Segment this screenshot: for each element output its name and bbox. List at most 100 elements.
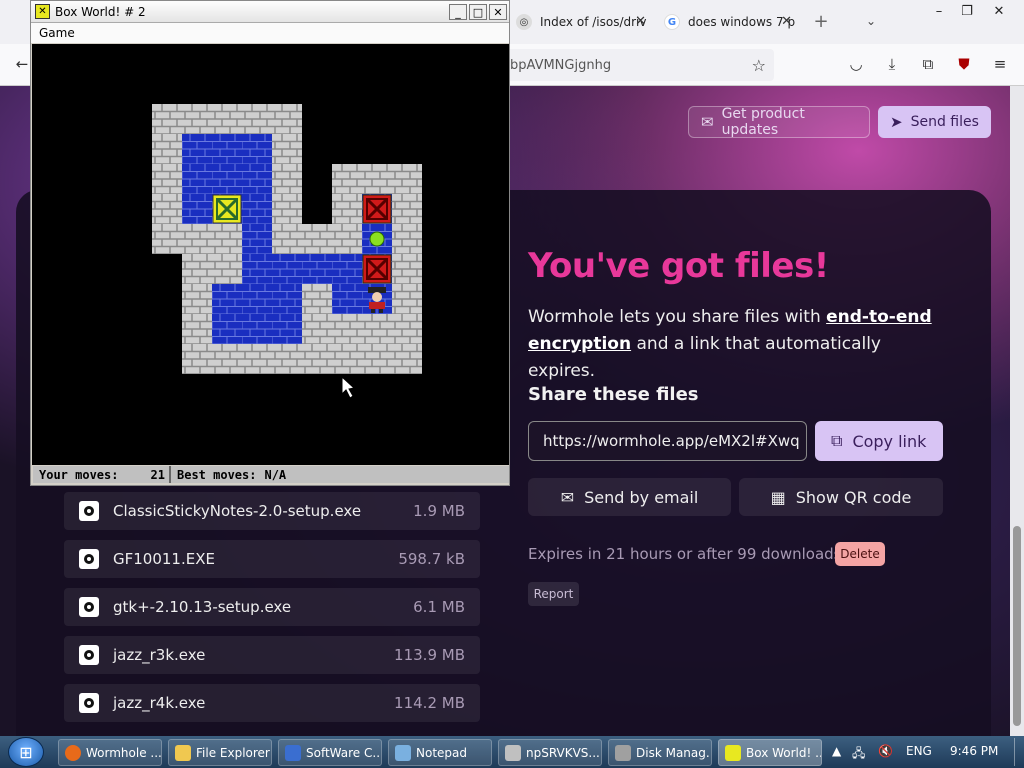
mouse-cursor-icon [341, 375, 356, 399]
software-icon [285, 744, 301, 761]
taskbar-item-wormhole[interactable]: Wormhole ... [58, 739, 162, 766]
show-desktop-button[interactable] [1014, 738, 1022, 766]
game-minimize-button[interactable]: _ [449, 4, 467, 20]
qr-label: Show QR code [795, 487, 912, 507]
file-icon [79, 501, 99, 521]
url-text: bpAVMNGjgnhg [510, 57, 612, 73]
network-icon[interactable]: 🖧 [852, 744, 865, 765]
browser-tab-index[interactable]: ◎ Index of /isos/driv ✕ [508, 6, 652, 38]
game-board[interactable] [32, 44, 509, 465]
back-arrow-icon[interactable]: ← [12, 54, 32, 74]
close-window-button[interactable]: ✕ [984, 2, 1014, 20]
taskbar-item-label: npSRVKVS... [526, 745, 600, 760]
send-label: Send files [910, 114, 979, 130]
game-titlebar[interactable]: ✕ Box World! # 2 _ □ ✕ [31, 1, 509, 23]
list-item[interactable]: ClassicStickyNotes-2.0-setup.exe 1.9 MB [64, 492, 480, 530]
delete-button[interactable]: Delete [835, 542, 885, 566]
file-name: gtk+-2.10.13-setup.exe [113, 598, 292, 616]
file-name: jazz_r4k.exe [113, 694, 206, 712]
file-list: ClassicStickyNotes-2.0-setup.exe 1.9 MB … [64, 492, 480, 732]
browser-tab-google[interactable]: G does windows 7 p ✕ [656, 6, 798, 38]
page-title: You've got files! [528, 246, 829, 286]
new-tab-button[interactable]: + [806, 11, 836, 32]
restore-window-button[interactable]: ❐ [952, 2, 982, 20]
game-menu[interactable]: Game [39, 26, 75, 40]
window-icon [505, 744, 521, 761]
clipboard-icon: ⧉ [831, 431, 843, 450]
close-icon[interactable]: ✕ [781, 14, 792, 29]
notepad-icon [395, 744, 411, 761]
tray-expand-icon[interactable]: ▲ [832, 744, 841, 758]
box-world-icon [725, 744, 741, 761]
taskbar-item-label: Wormhole ... [86, 745, 162, 760]
file-name: jazz_r3k.exe [113, 646, 206, 664]
file-icon [79, 645, 99, 665]
close-icon[interactable]: ✕ [635, 14, 646, 29]
list-item[interactable]: GF10011.EXE 598.7 kB [64, 540, 480, 578]
taskbar-item-disk-management[interactable]: Disk Manag... [608, 739, 712, 766]
minimize-window-button[interactable]: – [924, 2, 954, 20]
site-icon: ◎ [516, 14, 532, 30]
file-size: 598.7 kB [398, 550, 465, 568]
file-size: 1.9 MB [413, 502, 465, 520]
extensions-icon[interactable]: ⧉ [918, 54, 938, 74]
menu-icon[interactable]: ≡ [990, 54, 1010, 74]
taskbar-item-label: SoftWare C... [306, 745, 382, 760]
start-button[interactable]: ⊞ [8, 737, 44, 767]
qr-code-icon: ▦ [770, 487, 786, 507]
taskbar-item-label: File Explorer [196, 745, 270, 760]
taskbar-item-notepad[interactable]: Notepad [388, 739, 492, 766]
taskbar-item-box-world[interactable]: Box World! ... [718, 739, 822, 766]
file-icon [79, 597, 99, 617]
taskbar: ⊞ Wormhole ... File Explorer SoftWare C.… [0, 736, 1024, 768]
taskbar-item-software[interactable]: SoftWare C... [278, 739, 382, 766]
share-link-field[interactable]: https://wormhole.app/eMX2l#Xwq [528, 421, 807, 461]
best-count: N/A [264, 467, 287, 482]
url-bar[interactable]: bpAVMNGjgnhg ☆ [480, 49, 774, 81]
download-icon[interactable]: ⤓ [882, 54, 902, 74]
file-icon [79, 693, 99, 713]
taskbar-item-label: Box World! ... [746, 745, 822, 760]
pocket-icon[interactable]: ◡ [846, 54, 866, 74]
crate-icon [362, 194, 392, 224]
list-tabs-button[interactable]: ⌄ [856, 12, 886, 30]
best-label: Best moves: [177, 467, 257, 482]
list-item[interactable]: jazz_r3k.exe 113.9 MB [64, 636, 480, 674]
bookmark-star-icon[interactable]: ☆ [752, 56, 766, 75]
file-size: 113.9 MB [394, 646, 465, 664]
game-close-button[interactable]: ✕ [489, 4, 507, 20]
taskbar-item-npsrvkvs[interactable]: npSRVKVS... [498, 739, 602, 766]
language-indicator[interactable]: ENG [906, 744, 932, 758]
moves-section: Your moves: 21 [33, 466, 171, 483]
disk-icon [615, 744, 631, 761]
mail-icon: ✉ [560, 487, 575, 507]
send-files-button[interactable]: ➤ Send files [878, 106, 991, 138]
get-product-updates-button[interactable]: ✉ Get product updates [688, 106, 870, 138]
taskbar-item-file-explorer[interactable]: File Explorer [168, 739, 272, 766]
copy-label: Copy link [852, 431, 927, 451]
file-icon [79, 549, 99, 569]
description-text: Wormhole lets you share files with end-t… [528, 304, 948, 385]
file-size: 114.2 MB [394, 694, 465, 712]
file-name: ClassicStickyNotes-2.0-setup.exe [113, 502, 362, 520]
game-maximize-button[interactable]: □ [469, 4, 487, 20]
page-scrollbar[interactable] [1010, 86, 1024, 736]
list-item[interactable]: gtk+-2.10.13-setup.exe 6.1 MB [64, 588, 480, 626]
tab-label: does windows 7 p [688, 15, 796, 29]
google-icon: G [664, 14, 680, 30]
report-button[interactable]: Report [528, 582, 579, 606]
share-heading: Share these files [528, 384, 699, 405]
crate-icon [362, 254, 392, 284]
clock[interactable]: 9:46 PM [950, 744, 998, 758]
ublock-shield-icon[interactable]: ⛊ [954, 54, 974, 74]
description-part1: Wormhole lets you share files with [528, 307, 827, 327]
box-on-goal-icon [212, 194, 242, 224]
scrollbar-thumb[interactable] [1013, 526, 1021, 726]
copy-link-button[interactable]: ⧉ Copy link [815, 421, 943, 461]
folder-icon [175, 744, 191, 761]
send-by-email-button[interactable]: ✉ Send by email [528, 478, 731, 516]
volume-muted-icon[interactable]: 🔇 [878, 744, 893, 758]
list-item[interactable]: jazz_r4k.exe 114.2 MB [64, 684, 480, 722]
show-qr-code-button[interactable]: ▦ Show QR code [739, 478, 943, 516]
file-name: GF10011.EXE [113, 550, 215, 568]
